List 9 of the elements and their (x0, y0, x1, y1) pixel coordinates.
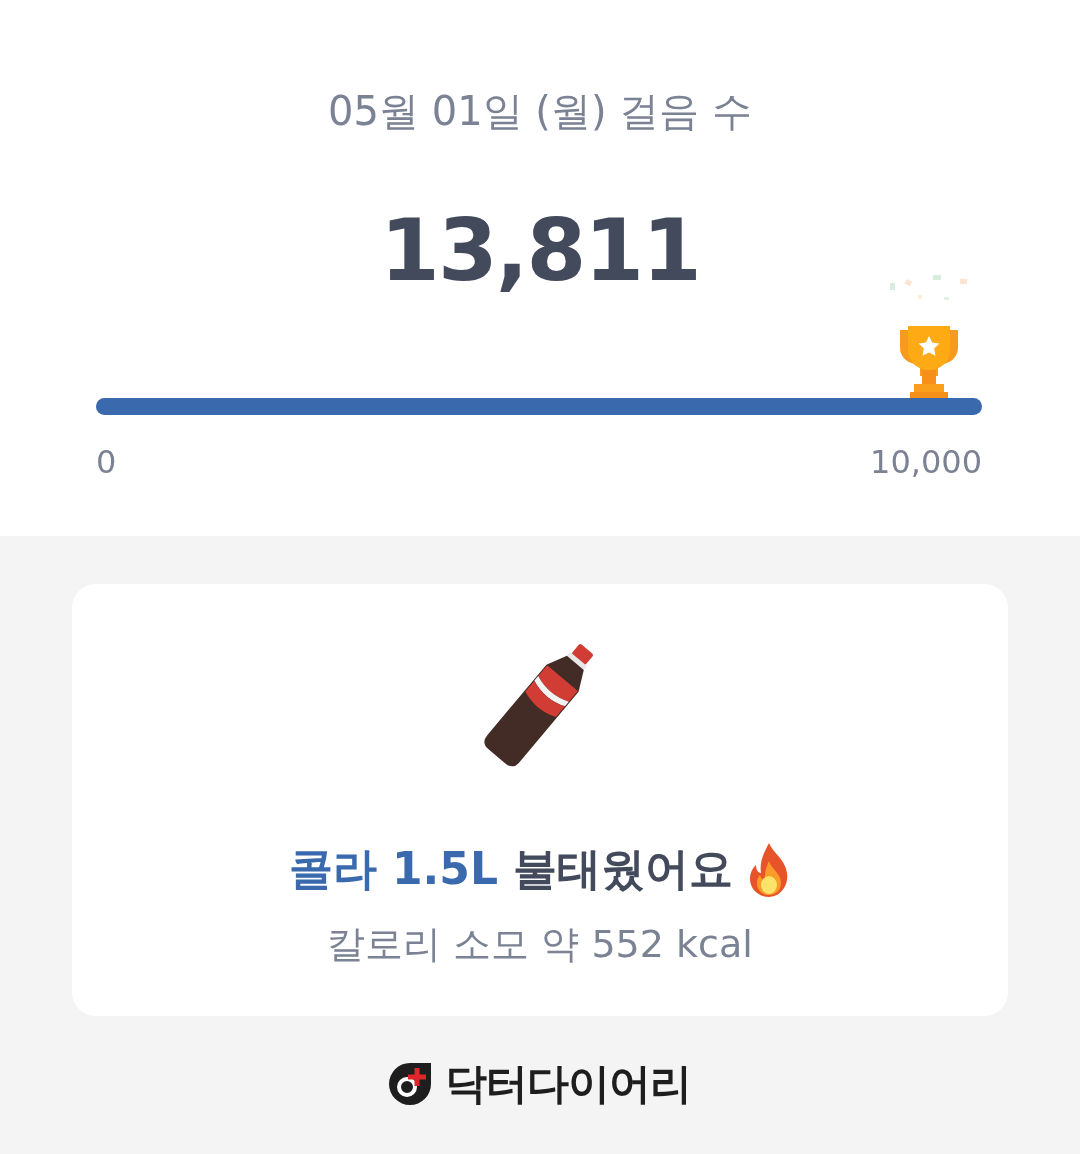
date-title: 05월 01일 (월) 걸음 수 (328, 87, 752, 136)
brand-name: 닥터다이어리 (445, 1058, 691, 1110)
logo-icon (389, 1063, 431, 1105)
calorie-text: 칼로리 소모 약 552 kcal (327, 921, 753, 968)
min-label: 0 (96, 442, 117, 481)
trophy-icon (898, 325, 960, 398)
burned-headline: 콜라 1.5L 불태웠어요 (288, 842, 734, 896)
step-count: 13,811 (380, 203, 700, 298)
goal-label: 10,000 (870, 442, 982, 481)
